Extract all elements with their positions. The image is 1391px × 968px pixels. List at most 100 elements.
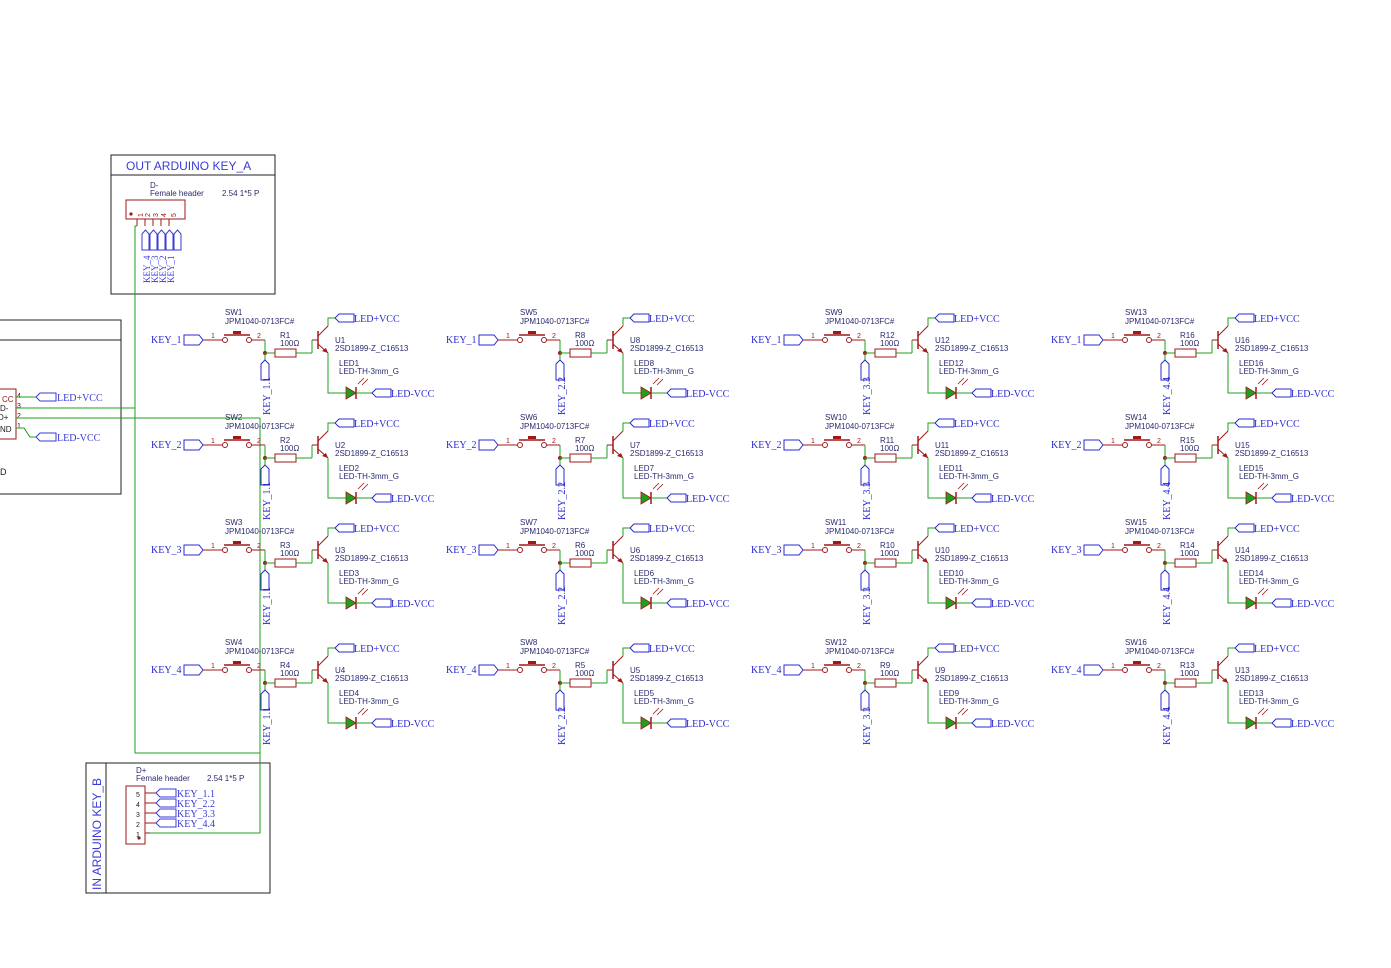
switch-pin1-number: 1: [506, 663, 510, 670]
switch-contact: [222, 337, 228, 343]
switch-part-number: JPM1040-0713FC#: [825, 647, 895, 656]
led-part-number: LED-TH-3mm_G: [634, 577, 694, 586]
transistor-part-number: 2SD1899-Z_C16513: [335, 449, 409, 458]
led-vcc-neg-flag: [666, 598, 687, 608]
switch-pin2-number: 2: [1157, 438, 1161, 445]
switch-contact: [222, 667, 228, 673]
out-header-part: Female header: [150, 189, 204, 198]
switch-pin2-number: 2: [257, 438, 261, 445]
column-net-label: KEY_1.1: [262, 482, 273, 520]
led-vcc-neg-flag: [971, 718, 992, 728]
resistor-value: 100Ω: [880, 339, 899, 348]
transistor-part-number: 2SD1899-Z_C16513: [935, 344, 1009, 353]
switch-contact: [246, 547, 252, 553]
resistor-value: 100Ω: [280, 669, 299, 678]
in-header-pin-number: 4: [136, 802, 140, 809]
switch-contact: [1146, 337, 1152, 343]
switch-designator: SW4: [225, 638, 243, 647]
switch-pin2-number: 2: [257, 333, 261, 340]
led-emission-arrow: [652, 482, 664, 491]
led-vcc-pos-label: LED+VCC: [954, 644, 1000, 655]
switch-button: [833, 331, 841, 334]
led-vcc-neg-label: LED-VCC: [391, 599, 435, 610]
switch-button: [833, 436, 841, 439]
switch-designator: SW12: [825, 638, 847, 647]
led-triangle: [945, 491, 957, 505]
led-triangle: [640, 596, 652, 610]
led-vcc-neg-flag: [666, 388, 687, 398]
switch-part-number: JPM1040-0713FC#: [225, 422, 295, 431]
switch-pin1-number: 1: [211, 438, 215, 445]
led-emission-arrow: [957, 707, 969, 716]
led-part-number: LED-TH-3mm_G: [1239, 697, 1299, 706]
led-emission-arrow: [1257, 377, 1269, 386]
row-net-flag: [1083, 544, 1104, 556]
transistor-collector: [612, 325, 624, 337]
wire: [927, 647, 935, 656]
switch-part-number: JPM1040-0713FC#: [1125, 317, 1195, 326]
led-vcc-neg-label: LED-VCC: [391, 389, 435, 400]
row-net-flag: [1083, 664, 1104, 676]
transistor-part-number: 2SD1899-Z_C16513: [335, 674, 409, 683]
out-header-pin-number: 3: [153, 213, 160, 217]
in-header-pin-number: 5: [136, 792, 140, 799]
led-vcc-pos-label: LED+VCC: [1254, 524, 1300, 535]
led-vcc-pos-flag: [629, 313, 650, 323]
led-vcc-pos-flag: [629, 523, 650, 533]
key-cell: KEY_2 1 2SW2JPM1040-0713FC#KEY_1.1R2100Ω U2…: [151, 413, 435, 520]
transistor-collector: [317, 430, 329, 442]
led-part-number: LED-TH-3mm_G: [939, 472, 999, 481]
transistor-collector: [612, 430, 624, 442]
row-net-flag: [783, 544, 804, 556]
switch-pin1-number: 1: [1111, 438, 1115, 445]
column-net-label: KEY_1.1: [262, 587, 273, 625]
led-triangle: [345, 491, 357, 505]
row-net-flag: [478, 334, 499, 346]
switch-button: [528, 436, 536, 439]
switch-button: [1133, 436, 1141, 439]
in-header-net-flags: [155, 788, 177, 828]
switch-pin2-number: 2: [857, 333, 861, 340]
column-net-label: KEY_1.1: [262, 377, 273, 415]
out-header-pin-number: 1: [138, 213, 145, 217]
led-part-number: LED-TH-3mm_G: [634, 367, 694, 376]
in-header-size: 2.54 1*5 P: [207, 774, 244, 783]
transistor-part-number: 2SD1899-Z_C16513: [630, 344, 704, 353]
wire: [927, 527, 935, 536]
power-pin-nd: ND: [0, 425, 12, 434]
out-header-net-labels: KEY_4 KEY_3 KEY_2 KEY_1: [142, 255, 176, 283]
column-net-label: KEY_2.2: [557, 482, 568, 520]
switch-pin1-number: 1: [211, 333, 215, 340]
led-emission-arrow: [652, 377, 664, 386]
led-vcc-pos-label: LED+VCC: [954, 524, 1000, 535]
switch-designator: SW9: [825, 308, 843, 317]
led-triangle: [1245, 596, 1257, 610]
key-cell: KEY_2 1 2SW14JPM1040-0713FC#KEY_4.4R15100Ω…: [1051, 413, 1335, 520]
schematic-canvas: OUT ARDUINO KEY_A D- Female header 2.54 …: [0, 154, 1335, 894]
resistor-body: [1174, 348, 1197, 358]
led-part-number: LED-TH-3mm_G: [339, 697, 399, 706]
row-net-flag: [783, 439, 804, 451]
transistor-part-number: 2SD1899-Z_C16513: [1235, 554, 1309, 563]
resistor-body: [569, 348, 592, 358]
led-vcc-neg-label: LED-VCC: [1291, 389, 1335, 400]
switch-contact: [1122, 337, 1128, 343]
led-vcc-pos-flag: [334, 643, 355, 653]
led-part-number: LED-TH-3mm_G: [339, 367, 399, 376]
switch-contact: [541, 667, 547, 673]
led-triangle: [640, 491, 652, 505]
transistor-part-number: 2SD1899-Z_C16513: [1235, 449, 1309, 458]
key-cell: KEY_4 1 2SW8JPM1040-0713FC#KEY_2.2R5100Ω U5…: [446, 638, 730, 745]
transistor-part-number: 2SD1899-Z_C16513: [1235, 344, 1309, 353]
switch-part-number: JPM1040-0713FC#: [520, 647, 590, 656]
led-vcc-neg-flag: [1271, 598, 1292, 608]
switch-contact: [517, 442, 523, 448]
switch-designator: SW3: [225, 518, 243, 527]
transistor-collector: [917, 535, 929, 547]
row-net-flag: [478, 664, 499, 676]
key-cell: KEY_1 1 2SW5JPM1040-0713FC#KEY_2.2R8100Ω U8…: [446, 308, 730, 415]
row-net-label: KEY_3: [446, 545, 477, 556]
key-cell: KEY_3 1 2SW11JPM1040-0713FC#KEY_3.3R10100Ω…: [751, 518, 1035, 625]
switch-button: [233, 661, 241, 664]
wire: [327, 527, 335, 536]
